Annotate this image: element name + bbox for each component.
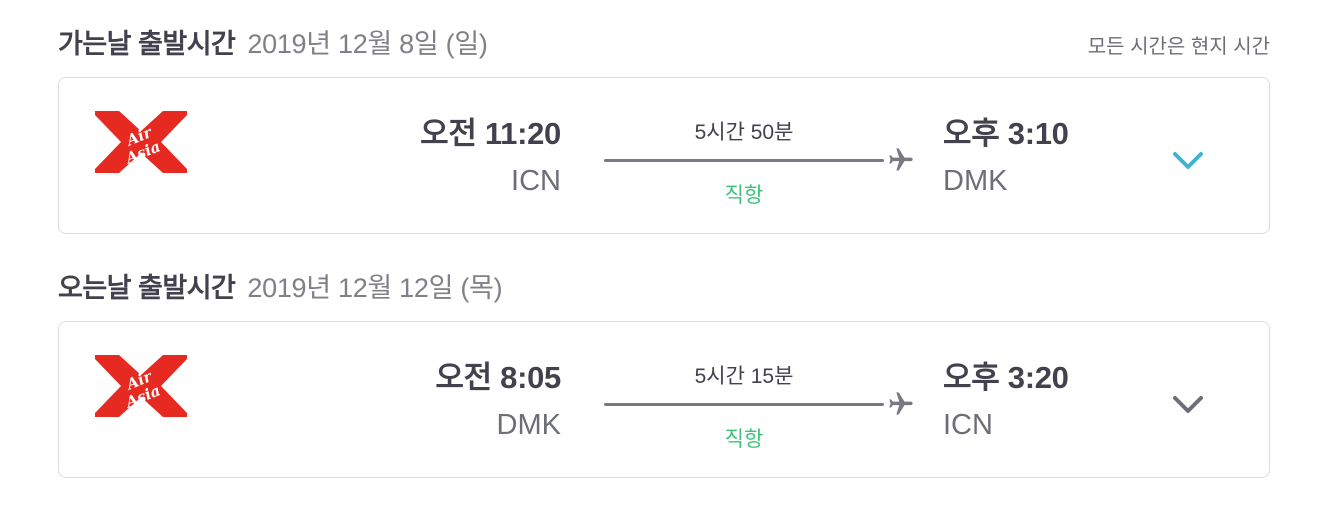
arrival-info: 오후 3:20 ICN [943,352,1069,442]
inbound-title: 오는날 출발시간 [58,273,236,303]
route-line [604,403,884,406]
plane-icon [889,392,913,415]
departure-airport: DMK [496,409,561,441]
arrival-airport: DMK [943,165,1008,197]
chevron-down-icon[interactable] [1172,150,1204,172]
route-line [604,159,884,162]
departure-airport: ICN [511,165,561,197]
outbound-title: 가는날 출발시간 [58,29,236,59]
chevron-down-icon[interactable] [1172,394,1204,416]
flight-stops: 직항 [724,184,764,207]
airasia-logo: Air Asia [95,355,187,417]
arrival-time: 오후 3:10 [943,116,1069,151]
airasia-logo: Air Asia [95,111,187,173]
inbound-header: 오는날 출발시간 2019년 12월 12일 (목) [58,266,1270,305]
departure-time: 오전 8:05 [435,360,561,395]
plane-icon [889,148,913,171]
inbound-date: 2019년 12월 12일 (목) [247,273,503,303]
arrival-time: 오후 3:20 [943,360,1069,395]
flight-stops: 직항 [724,428,764,451]
outbound-header: 가는날 출발시간 2019년 12월 8일 (일) 모든 시간은 현지 시간 [58,22,1270,61]
flight-duration: 5시간 15분 [694,365,794,388]
arrival-airport: ICN [943,409,993,441]
outbound-flight-card[interactable]: Air Asia 오전 11:20 ICN 5시간 50분 직항 오후 3:10… [58,77,1270,234]
departure-info: 오전 11:20 ICN [420,108,561,198]
flight-duration: 5시간 50분 [694,121,794,144]
arrival-info: 오후 3:10 DMK [943,108,1069,198]
departure-time: 오전 11:20 [420,116,561,151]
timezone-note: 모든 시간은 현지 시간 [1087,36,1270,58]
outbound-date: 2019년 12월 8일 (일) [247,29,488,59]
inbound-flight-card[interactable]: Air Asia 오전 8:05 DMK 5시간 15분 직항 오후 3:20 … [58,321,1270,478]
departure-info: 오전 8:05 DMK [435,352,561,442]
